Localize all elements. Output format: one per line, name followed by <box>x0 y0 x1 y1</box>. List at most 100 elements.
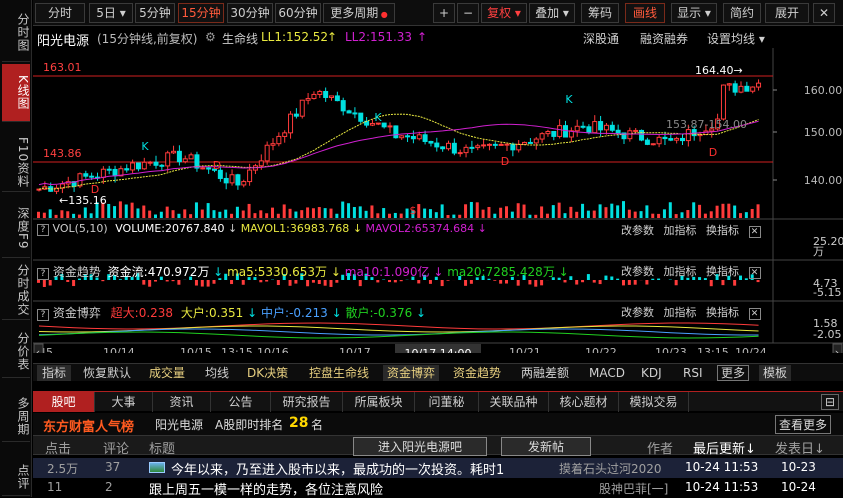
tab-core-topic[interactable]: 核心题材 <box>549 392 619 412</box>
zhankai-button[interactable]: 展开 <box>765 3 809 23</box>
collapse-icon[interactable]: ⊟ <box>821 394 839 410</box>
gear-icon[interactable]: ⚙ <box>205 30 216 44</box>
candle-body <box>464 147 468 152</box>
tab-zixun[interactable]: 资讯 <box>153 392 211 412</box>
col-title[interactable]: 标题 <box>149 438 175 457</box>
tab-sector[interactable]: 所属板块 <box>343 392 415 412</box>
volume-bar <box>359 206 362 218</box>
tab-gonggao[interactable]: 公告 <box>211 392 271 412</box>
period-5day[interactable]: 5日 ▾ <box>89 3 133 23</box>
rongzi-link[interactable]: 融资融券 <box>640 30 688 47</box>
vol-change-param[interactable]: 改参数 <box>621 224 654 237</box>
fund-add-indicator[interactable]: 加指标 <box>664 265 697 278</box>
volume-bar <box>482 210 485 218</box>
row-author[interactable]: 摸着石头过河2020 <box>559 460 662 477</box>
tab-margin-diff[interactable]: 两融差额 <box>521 365 569 381</box>
vol-add-indicator[interactable]: 加指标 <box>664 224 697 237</box>
tab-dashi[interactable]: 大事 <box>95 392 153 412</box>
close-icon[interactable]: ✕ <box>749 267 761 279</box>
huaxian-button[interactable]: 画线 <box>625 3 665 23</box>
hot-rank-label: A股即时排名 <box>215 416 283 433</box>
close-icon[interactable]: ✕ <box>749 308 761 320</box>
zoom-out-button[interactable]: − <box>457 3 479 23</box>
table-row[interactable]: 11 2 跟上周五一模一样的走势，各位注意风险 股神巴菲[一] 10-24 11… <box>33 478 843 498</box>
xianshi-button[interactable]: 显示 ▾ <box>671 3 717 23</box>
tab-volume[interactable]: 成交量 <box>149 365 185 381</box>
tab-dianping[interactable]: 点评 <box>2 458 30 496</box>
row-author[interactable]: 股神巴菲[一] <box>599 480 668 497</box>
col-comments[interactable]: 评论 <box>103 438 129 457</box>
tab-control-life[interactable]: 控盘生命线 <box>309 365 369 381</box>
life-line-label: 生命线 <box>222 30 258 47</box>
new-post-button[interactable]: 发新帖 <box>501 437 591 456</box>
vol-swap-indicator[interactable]: 换指标 <box>706 224 739 237</box>
fund-bar <box>721 280 724 285</box>
tab-research[interactable]: 研究报告 <box>271 392 343 412</box>
fund-bar <box>528 280 531 284</box>
kline-chart-area[interactable]: 160.00150.00140.00163.01143.86KKKDDDD$16… <box>33 48 843 353</box>
period-15min[interactable]: 15分钟 <box>178 3 224 23</box>
period-more[interactable]: 更多周期 ● <box>323 3 395 23</box>
diejia-button[interactable]: 叠加 ▾ <box>529 3 575 23</box>
game-swap-indicator[interactable]: 换指标 <box>706 306 739 319</box>
game-add-indicator[interactable]: 加指标 <box>664 306 697 319</box>
row-title[interactable]: 跟上周五一模一样的走势，各位注意风险 <box>149 479 383 498</box>
period-5min[interactable]: 5分钟 <box>135 3 175 23</box>
tab-multiperiod[interactable]: 多周期 <box>2 392 30 442</box>
tab-fund-trend[interactable]: 资金趋势 <box>453 365 501 381</box>
enter-guba-button[interactable]: 进入阳光电源吧 <box>353 437 487 456</box>
fund-bar <box>441 280 444 286</box>
col-clicks[interactable]: 点击 <box>45 438 71 457</box>
tab-more[interactable]: 更多 <box>717 365 749 381</box>
fund-bar <box>575 280 578 285</box>
tab-depth[interactable]: 深度F9 <box>2 200 30 258</box>
tab-fenshi-chengjiao[interactable]: 分时成交 <box>2 260 30 320</box>
tab-ma[interactable]: 均线 <box>205 365 229 381</box>
period-30min[interactable]: 30分钟 <box>227 3 273 23</box>
row-title[interactable]: 今年以来，乃至进入股市以来，最成功的一次投资。耗时1 <box>171 459 504 478</box>
game-change-param[interactable]: 改参数 <box>621 306 654 319</box>
fund-ma20: ma20:7285.428万 <box>447 265 555 279</box>
shengutong-link[interactable]: 深股通 <box>583 30 619 47</box>
help-icon[interactable]: ? <box>37 309 49 321</box>
zoom-in-button[interactable]: + <box>433 3 455 23</box>
tab-fenjia[interactable]: 分价表 <box>2 326 30 378</box>
fund-change-param[interactable]: 改参数 <box>621 265 654 278</box>
volume-bar <box>107 204 110 218</box>
fuquan-button[interactable]: 复权 ▾ <box>481 3 527 23</box>
tab-fund-game[interactable]: 资金博弈 <box>383 365 439 381</box>
tab-sim-trade[interactable]: 模拟交易 <box>619 392 689 412</box>
tab-kline[interactable]: K线图 <box>2 64 30 122</box>
tab-template[interactable]: 模板 <box>759 365 791 381</box>
close-icon[interactable]: ✕ <box>749 226 761 238</box>
hot-rank-title[interactable]: 东方财富人气榜 <box>43 416 134 435</box>
tab-indicator[interactable]: 指标 <box>37 365 71 381</box>
arrow-up-icon: ↑ <box>327 30 337 44</box>
tab-related[interactable]: 关联品种 <box>479 392 549 412</box>
col-author[interactable]: 作者 <box>647 438 673 457</box>
help-icon[interactable]: ? <box>37 224 49 236</box>
tab-f10[interactable]: F10资料 <box>2 134 30 192</box>
col-last-update[interactable]: 最后更新↓ <box>693 438 756 457</box>
tab-kdj[interactable]: KDJ <box>641 365 662 381</box>
tab-restore-default[interactable]: 恢复默认 <box>83 365 131 381</box>
tab-dk[interactable]: DK决策 <box>247 365 288 381</box>
chouma-button[interactable]: 筹码 <box>581 3 619 23</box>
period-fenshi[interactable]: 分时 <box>35 3 85 23</box>
close-icon[interactable]: ✕ <box>813 3 835 23</box>
period-60min[interactable]: 60分钟 <box>275 3 321 23</box>
red-dot-icon: ● <box>378 10 388 19</box>
tab-macd[interactable]: MACD <box>589 365 625 381</box>
view-more-button[interactable]: 查看更多 <box>775 415 831 434</box>
jianyue-button[interactable]: 简约 <box>723 3 761 23</box>
candle-body <box>616 130 620 133</box>
tab-fenshi[interactable]: 分时图 <box>2 4 30 62</box>
tab-rsi[interactable]: RSI <box>683 365 703 381</box>
tab-guba[interactable]: 股吧 <box>33 392 95 412</box>
fund-swap-indicator[interactable]: 换指标 <box>706 265 739 278</box>
tab-dongmi[interactable]: 问董秘 <box>415 392 479 412</box>
ma-settings-button[interactable]: 设置均线 ▾ <box>707 30 765 47</box>
help-icon[interactable]: ? <box>37 268 49 280</box>
col-post-date[interactable]: 发表日↓ <box>775 438 825 457</box>
table-row[interactable]: 2.5万 37 今年以来，乃至进入股市以来，最成功的一次投资。耗时1 摸着石头过… <box>33 458 843 478</box>
